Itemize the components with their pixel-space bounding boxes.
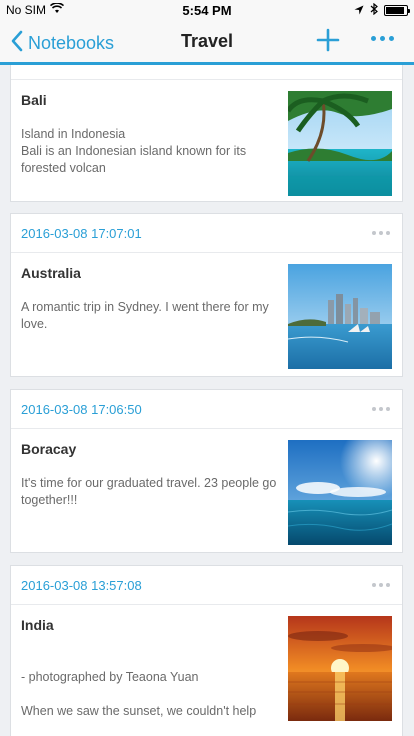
note-date: 2016-03-08 17:07:01 [21, 226, 142, 241]
note-title: Boracay [21, 441, 77, 457]
note-more-button[interactable] [372, 231, 390, 235]
navigation-bar: Notebooks Travel [0, 20, 414, 65]
battery-level-fill [386, 7, 404, 14]
note-card[interactable]: Bali Island in Indonesia Bali is an Indo… [10, 65, 403, 202]
more-dot [371, 36, 376, 41]
status-bar: No SIM 5:54 PM [0, 0, 414, 20]
note-excerpt: A romantic trip in Sydney. I went there … [21, 300, 269, 331]
note-card-header: 2016-03-08 13:57:08 [11, 566, 402, 605]
more-options-button[interactable] [371, 36, 394, 41]
note-thumbnail-sydney-harbour [288, 264, 392, 369]
bluetooth-icon [370, 2, 378, 18]
note-excerpt: - photographed by Teaona Yuan When we sa… [21, 670, 257, 718]
note-card-header [11, 65, 402, 80]
note-thumbnail-sunset [288, 616, 392, 721]
plus-icon [316, 28, 340, 56]
note-title: Australia [21, 265, 81, 281]
notes-list[interactable]: Bali Island in Indonesia Bali is an Indo… [0, 65, 414, 736]
note-thumbnail-ocean-sky [288, 440, 392, 545]
note-more-button[interactable] [372, 583, 390, 587]
chevron-left-icon [10, 30, 24, 57]
note-title: Bali [21, 92, 47, 108]
note-thumbnail-tropical-beach [288, 91, 392, 196]
note-card-header: 2016-03-08 17:06:50 [11, 390, 402, 429]
note-date: 2016-03-08 13:57:08 [21, 578, 142, 593]
note-excerpt: It's time for our graduated travel. 23 p… [21, 476, 277, 507]
note-card[interactable]: 2016-03-08 17:06:50 Boracay It's time fo… [10, 389, 403, 553]
more-dot [389, 36, 394, 41]
note-card[interactable]: 2016-03-08 17:07:01 Australia A romantic… [10, 213, 403, 377]
add-note-button[interactable] [316, 28, 340, 57]
note-date: 2016-03-08 17:06:50 [21, 402, 142, 417]
note-excerpt: Island in Indonesia Bali is an Indonesia… [21, 127, 247, 175]
back-button[interactable]: Notebooks [10, 30, 114, 57]
note-card[interactable]: 2016-03-08 13:57:08 India - photographed… [10, 565, 403, 736]
location-arrow-icon [354, 4, 364, 18]
battery-icon [384, 5, 410, 16]
status-time: 5:54 PM [182, 3, 232, 18]
note-title: India [21, 617, 54, 633]
more-dot [380, 36, 385, 41]
note-card-header: 2016-03-08 17:07:01 [11, 214, 402, 253]
note-more-button[interactable] [372, 407, 390, 411]
back-button-label: Notebooks [28, 33, 115, 53]
